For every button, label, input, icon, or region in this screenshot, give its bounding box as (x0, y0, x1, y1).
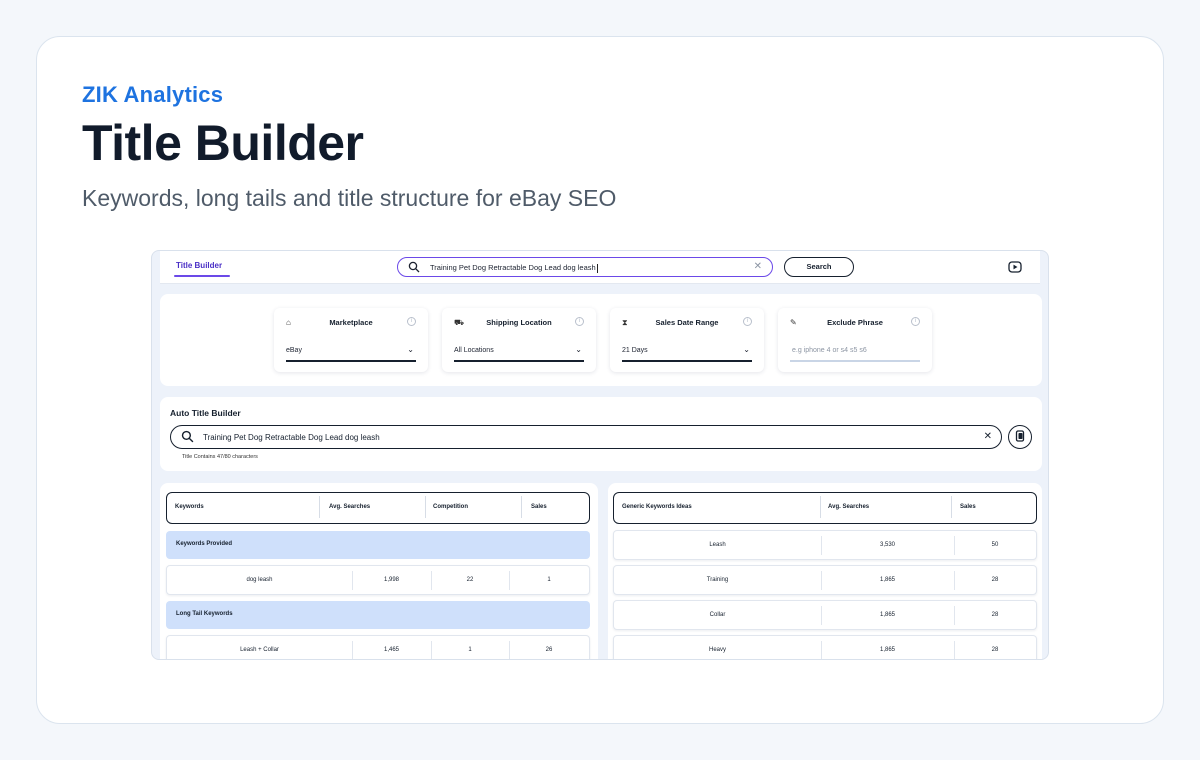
column-header: Sales (960, 504, 976, 510)
table-row[interactable]: Heavy 1,865 28 (613, 635, 1037, 659)
column-header: Keywords (175, 504, 204, 510)
page-subtitle: Keywords, long tails and title structure… (82, 185, 617, 211)
filter-label: Sales Date Range (655, 318, 719, 327)
app-screenshot: Title Builder Training Pet Dog Retractab… (151, 250, 1049, 660)
searches-cell: 1,465 (383, 647, 399, 653)
exclude-phrase-input[interactable]: e.g iphone 4 or s4 s5 s6 (792, 347, 867, 354)
field-underline (286, 360, 416, 362)
chevron-down-icon[interactable]: ⌄ (575, 345, 582, 354)
auto-title-builder: Auto Title Builder Training Pet Dog Retr… (160, 397, 1042, 471)
competition-cell: 22 (466, 577, 474, 583)
date-range-select[interactable]: 21 Days (622, 347, 648, 354)
clear-icon[interactable]: ✕ (754, 261, 762, 272)
info-icon[interactable]: i (743, 317, 752, 326)
sales-cell: 50 (991, 542, 999, 548)
sales-cell: 28 (991, 647, 999, 653)
marketplace-select[interactable]: eBay (286, 347, 302, 354)
brand-name: ZIK Analytics (82, 82, 224, 107)
search-icon (181, 430, 194, 443)
column-header: Sales (531, 504, 547, 510)
copy-button[interactable] (1008, 425, 1032, 449)
column-divider (521, 496, 522, 518)
searches-cell: 1,998 (383, 577, 399, 583)
copy-icon (1015, 430, 1025, 442)
table-row[interactable]: Training 1,865 28 (613, 565, 1037, 595)
table-row[interactable]: dog leash 1,998 22 1 (166, 565, 590, 595)
character-count: Title Contains 47/80 characters (182, 454, 258, 460)
search-value: Training Pet Dog Retractable Dog Lead do… (430, 263, 598, 273)
keywords-table: Keywords Avg. Searches Competition Sales… (160, 483, 598, 659)
title-input[interactable]: Training Pet Dog Retractable Dog Lead do… (170, 425, 1002, 449)
filters-panel: ⌂ Marketplace i eBay ⌄ ⛟ Shipping Locati… (160, 294, 1042, 386)
generic-keywords-table: Generic Keywords Ideas Avg. Searches Sal… (608, 483, 1042, 659)
info-icon[interactable]: i (911, 317, 920, 326)
column-divider (820, 496, 821, 518)
column-header: Avg. Searches (828, 504, 870, 510)
filter-label: Shipping Location (486, 318, 552, 327)
keyword-cell: Leash + Collar (240, 647, 279, 653)
column-header: Generic Keywords Ideas (622, 504, 692, 510)
keyword-cell: Heavy (708, 647, 726, 653)
column-divider (425, 496, 426, 518)
search-input[interactable]: Training Pet Dog Retractable Dog Lead do… (397, 257, 773, 277)
chevron-down-icon[interactable]: ⌄ (407, 345, 414, 354)
filter-label: Marketplace (329, 318, 373, 327)
info-icon[interactable]: i (407, 317, 416, 326)
field-underline (454, 360, 584, 362)
searches-cell: 1,865 (879, 612, 895, 618)
table-row[interactable]: Collar 1,865 28 (613, 600, 1037, 630)
searches-cell: 3,530 (879, 542, 895, 548)
section-title: Auto Title Builder (170, 408, 241, 418)
group-label: Keywords Provided (176, 541, 233, 547)
field-underline (622, 360, 752, 362)
shipping-location-select[interactable]: All Locations (454, 347, 494, 354)
marketplace-filter[interactable]: ⌂ Marketplace i eBay ⌄ (274, 308, 428, 372)
search-icon (408, 261, 420, 273)
page-title: Title Builder (82, 115, 364, 171)
competition-cell: 1 (468, 647, 472, 653)
sales-cell: 26 (545, 647, 553, 653)
search-button[interactable]: Search (784, 257, 854, 277)
sales-cell: 28 (991, 612, 999, 618)
sales-cell: 1 (547, 577, 551, 583)
title-value: Training Pet Dog Retractable Dog Lead do… (203, 433, 380, 442)
table-header: Keywords Avg. Searches Competition Sales (166, 492, 590, 524)
shipping-location-filter[interactable]: ⛟ Shipping Location i All Locations ⌄ (442, 308, 596, 372)
group-label: Long Tail Keywords (176, 611, 233, 617)
table-header: Generic Keywords Ideas Avg. Searches Sal… (613, 492, 1037, 524)
chevron-down-icon[interactable]: ⌄ (743, 345, 750, 354)
column-header: Avg. Searches (329, 504, 371, 510)
group-long-tail-keywords: Long Tail Keywords (166, 601, 590, 629)
column-divider (319, 496, 320, 518)
exclude-phrase-filter[interactable]: ✎ Exclude Phrase i e.g iphone 4 or s4 s5… (778, 308, 932, 372)
column-divider (951, 496, 952, 518)
top-bar: Title Builder Training Pet Dog Retractab… (160, 251, 1040, 284)
searches-cell: 1,865 (879, 647, 895, 653)
filter-label: Exclude Phrase (827, 318, 883, 327)
keyword-cell: Leash (709, 542, 726, 548)
video-icon[interactable] (1008, 261, 1022, 273)
keyword-cell: Training (706, 577, 729, 583)
info-icon[interactable]: i (575, 317, 584, 326)
column-header: Competition (433, 504, 468, 510)
clear-icon[interactable]: ✕ (984, 431, 992, 442)
sales-cell: 28 (991, 577, 999, 583)
sales-date-range-filter[interactable]: ⧗ Sales Date Range i 21 Days ⌄ (610, 308, 764, 372)
active-tab-indicator (174, 275, 230, 277)
table-row[interactable]: Leash 3,530 50 (613, 530, 1037, 560)
keyword-cell: dog leash (246, 577, 273, 583)
searches-cell: 1,865 (879, 577, 895, 583)
group-keywords-provided: Keywords Provided (166, 531, 590, 559)
keyword-cell: Collar (709, 612, 726, 618)
tab-title-builder[interactable]: Title Builder (176, 261, 222, 270)
field-underline (790, 360, 920, 362)
table-row[interactable]: Leash + Collar 1,465 1 26 (166, 635, 590, 659)
